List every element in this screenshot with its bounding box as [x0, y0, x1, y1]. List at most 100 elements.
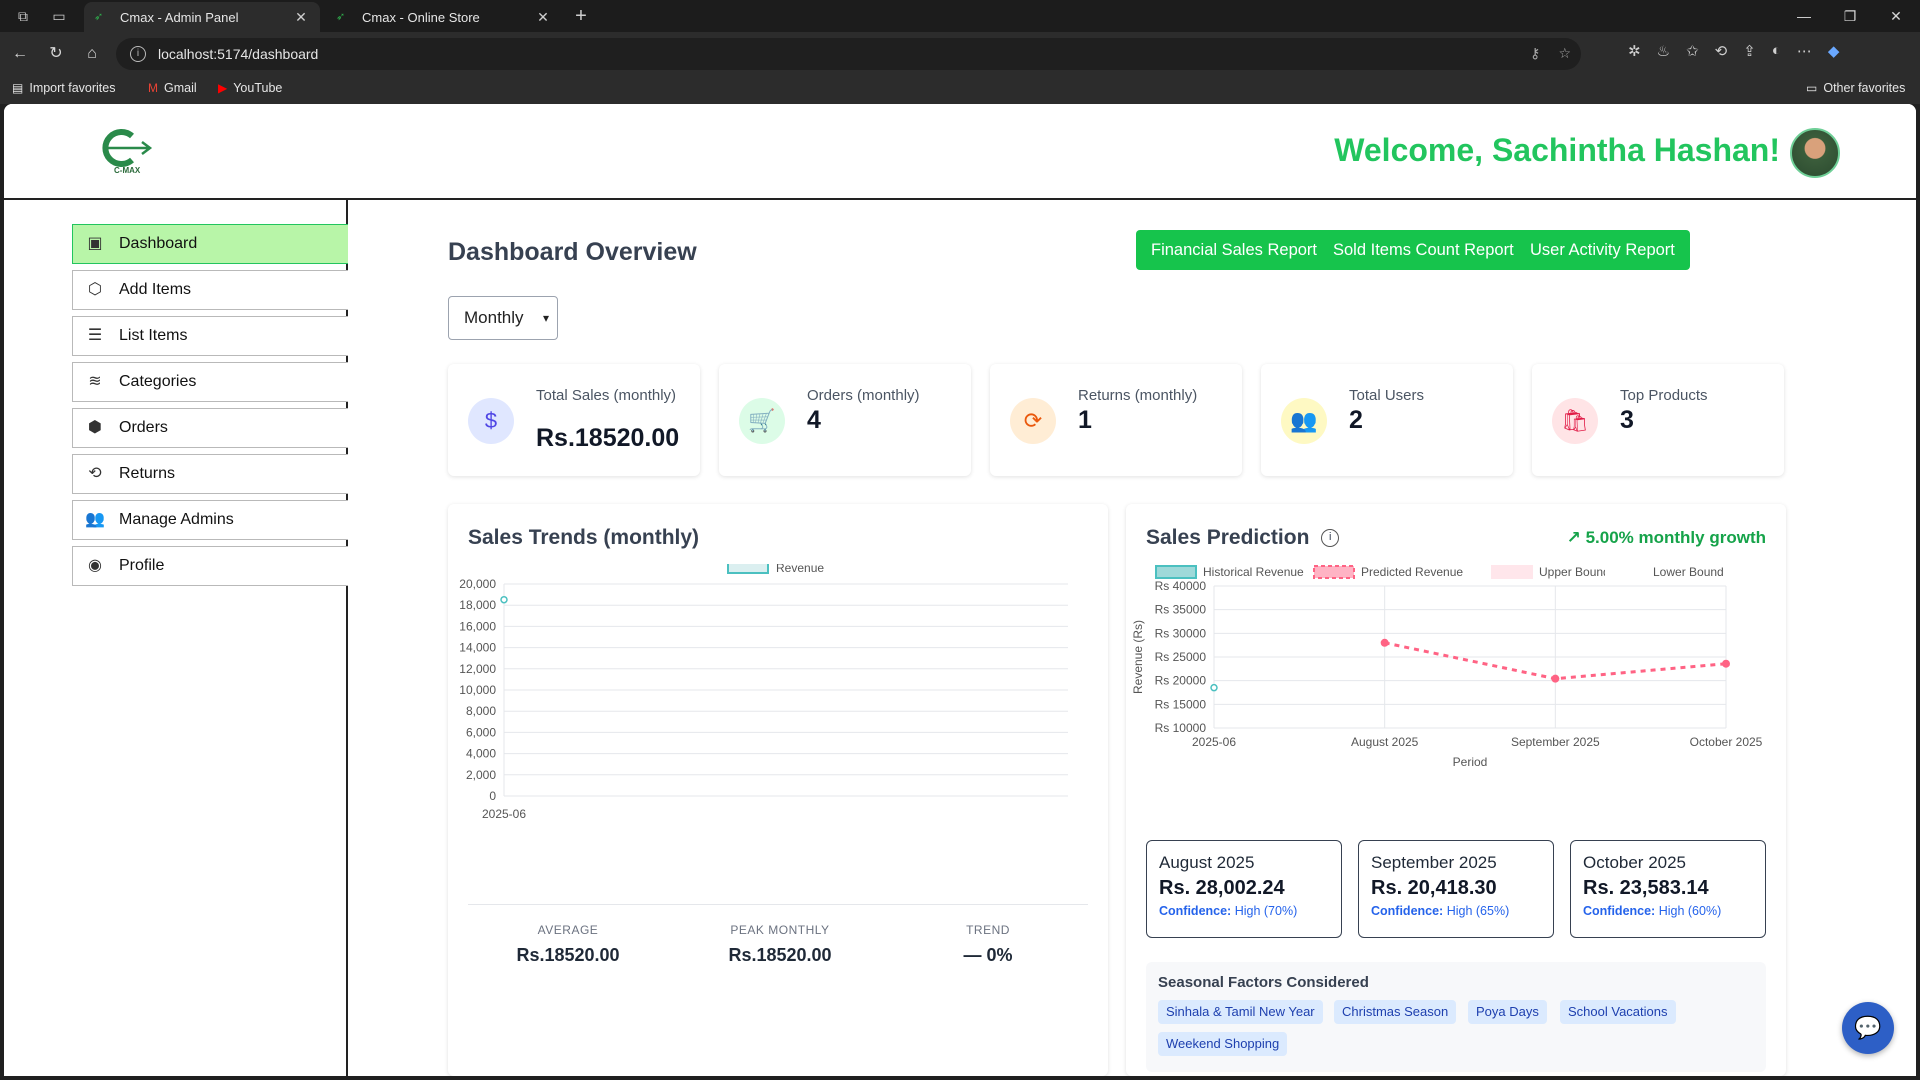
profile-icon[interactable]: ◐	[1772, 42, 1781, 60]
folder-icon: ▭	[1806, 81, 1818, 95]
data-point	[500, 595, 508, 604]
cmax-logo[interactable]: C-MAX	[92, 126, 158, 174]
y-tick-label: 2,000	[466, 768, 496, 782]
seasonal-chip: Weekend Shopping	[1158, 1032, 1288, 1056]
trending-up-icon: ↗	[1566, 528, 1581, 547]
back-icon[interactable]: ←	[8, 42, 32, 66]
close-icon[interactable]: ✕	[292, 9, 310, 26]
predicted-point	[1551, 674, 1560, 683]
page-header: C-MAX Welcome, Sachintha Hashan!	[4, 104, 1916, 200]
legend-swatch	[1155, 565, 1197, 579]
financial-sales-report-button[interactable]: Financial Sales Report	[1136, 230, 1332, 270]
tab-admin-panel[interactable]: ➶ Cmax - Admin Panel ✕	[84, 2, 320, 32]
tab-actions-icon[interactable]: ▭	[48, 6, 70, 26]
y-tick-label: 8,000	[466, 704, 496, 718]
y-tick-label: Rs 10000	[1155, 721, 1207, 735]
y-tick-label: Rs 20000	[1155, 674, 1207, 688]
admin-page: C-MAX Welcome, Sachintha Hashan! ▣ Dashb…	[4, 104, 1916, 1076]
sidebar-item-profile[interactable]: ◉ Profile	[72, 546, 348, 586]
x-tick-label: 2025-06	[1192, 735, 1236, 749]
sales-prediction-chart: Historical Revenue Predicted Revenue Upper…	[1131, 565, 1763, 769]
y-tick-label: Rs 30000	[1155, 626, 1207, 640]
legend-label: Revenue	[776, 564, 824, 575]
x-tick-label: August 2025	[1351, 735, 1419, 749]
sidebar-item-returns[interactable]: ⟲ Returns	[72, 454, 348, 494]
legend-swatch	[1313, 565, 1355, 579]
y-tick-label: 20,000	[459, 577, 496, 591]
star-icon[interactable]: ☆	[1558, 45, 1571, 62]
predicted-point	[1380, 638, 1389, 647]
user-activity-report-button[interactable]: User Activity Report	[1515, 230, 1690, 270]
seasonal-chip: School Vacations	[1560, 1000, 1676, 1024]
address-bar-row: ← ↻ ⌂ i localhost:5174/dashboard ⚷ ☆ ✲ ♨…	[0, 32, 1920, 76]
cmax-favicon-icon: ➶	[94, 11, 104, 23]
period-select[interactable]: Monthly ▾	[448, 296, 558, 340]
bookmark-gmail[interactable]: M Gmail	[148, 81, 197, 95]
historical-point	[1210, 683, 1218, 692]
predicted-point	[1722, 659, 1730, 668]
gmail-icon: M	[148, 81, 158, 95]
extension-toolbar: ✲ ♨ ✩ ⟲ ⇪ ◐ ⋯ ◆	[1628, 42, 1839, 60]
cart-icon: 🛒	[739, 398, 785, 444]
y-tick-label: 10,000	[459, 683, 496, 697]
tab-online-store[interactable]: ➶ Cmax - Online Store ✕	[326, 2, 562, 32]
prediction-title: Sales Prediction i	[1146, 526, 1340, 550]
restore-icon[interactable]: ❐	[1830, 4, 1870, 28]
sidebar-item-dashboard[interactable]: ▣ Dashboard	[72, 224, 348, 264]
chat-button[interactable]: 💬	[1842, 1002, 1894, 1054]
new-tab-icon[interactable]: +	[570, 6, 592, 26]
copilot-icon[interactable]: ◆	[1828, 42, 1840, 60]
summary-peak: PEAK MONTHLY Rs.18520.00	[728, 923, 832, 965]
sold-items-count-report-button[interactable]: Sold Items Count Report	[1318, 230, 1529, 270]
summary-trend: TREND — 0%	[963, 923, 1013, 965]
more-icon[interactable]: ⋯	[1797, 42, 1812, 60]
sidebar-item-add-items[interactable]: ⬡ Add Items	[72, 270, 348, 310]
sidebar-item-list-items[interactable]: ☰ List Items	[72, 316, 348, 356]
y-tick-label: 6,000	[466, 725, 496, 739]
orders-icon: ⬢	[88, 419, 102, 436]
minimize-icon[interactable]: —	[1784, 4, 1824, 28]
favorites-icon[interactable]: ✩	[1686, 42, 1699, 60]
bookmark-youtube[interactable]: ▶ YouTube	[218, 81, 282, 95]
legend-label: Lower Bound	[1653, 565, 1724, 579]
seasonal-chip: Poya Days	[1468, 1000, 1547, 1024]
share-icon[interactable]: ⇪	[1743, 42, 1756, 60]
bag-icon: 🛍	[1552, 398, 1598, 444]
prediction-card-october: October 2025 Rs. 23,583.14 Confidence: H…	[1570, 840, 1766, 938]
workspaces-icon[interactable]: ⧉	[12, 6, 34, 26]
legend-label: Historical Revenue	[1203, 565, 1304, 579]
sidebar-item-orders[interactable]: ⬢ Orders	[72, 408, 348, 448]
list-icon: ☰	[87, 327, 103, 344]
chat-icon: 💬	[1854, 1015, 1882, 1040]
bookmark-other-favorites[interactable]: ▭ Other favorites	[1806, 81, 1905, 95]
x-axis-label: Period	[1453, 755, 1488, 769]
refresh-icon[interactable]: ↻	[44, 42, 68, 66]
bookmarks-bar: ▤ Import favorites M Gmail ▶ YouTube ▭ O…	[0, 76, 1920, 104]
summary-average: AVERAGE Rs.18520.00	[516, 923, 620, 965]
url-input[interactable]: i localhost:5174/dashboard ⚷ ☆	[116, 38, 1581, 70]
bookmark-import-favorites[interactable]: ▤ Import favorites	[12, 81, 115, 95]
sales-prediction-panel: Sales Prediction i ↗ 5.00% monthly growt…	[1126, 504, 1786, 1076]
close-icon[interactable]: ✕	[534, 9, 552, 26]
sidebar-item-categories[interactable]: ≋ Categories	[72, 362, 348, 402]
sidebar-item-manage-admins[interactable]: 👥 Manage Admins	[72, 500, 348, 540]
y-tick-label: 4,000	[466, 747, 496, 761]
avatar[interactable]	[1790, 128, 1840, 178]
refresh-icon: ⟳	[1010, 398, 1056, 444]
welcome-message: Welcome, Sachintha Hashan!	[1334, 132, 1780, 168]
y-tick-label: Rs 40000	[1155, 579, 1207, 593]
home-icon[interactable]: ⌂	[80, 42, 104, 66]
seasonal-factors: Seasonal Factors Considered Sinhala & Ta…	[1146, 962, 1766, 1072]
y-axis-label: Revenue (Rs)	[1131, 620, 1145, 694]
y-tick-label: Rs 15000	[1155, 697, 1207, 711]
key-icon[interactable]: ⚷	[1530, 45, 1540, 62]
stat-card-returns: ⟳ Returns (monthly) 1	[990, 364, 1242, 476]
info-icon[interactable]: i	[1321, 529, 1340, 548]
x-tick-label: September 2025	[1511, 735, 1600, 749]
performance-icon[interactable]: ♨	[1657, 42, 1670, 60]
window-close-icon[interactable]: ✕	[1876, 4, 1916, 28]
history-icon[interactable]: ⟲	[1715, 42, 1728, 60]
extensions-icon[interactable]: ✲	[1628, 42, 1641, 60]
site-info-icon[interactable]: i	[130, 46, 146, 62]
svg-text:C-MAX: C-MAX	[114, 166, 141, 174]
